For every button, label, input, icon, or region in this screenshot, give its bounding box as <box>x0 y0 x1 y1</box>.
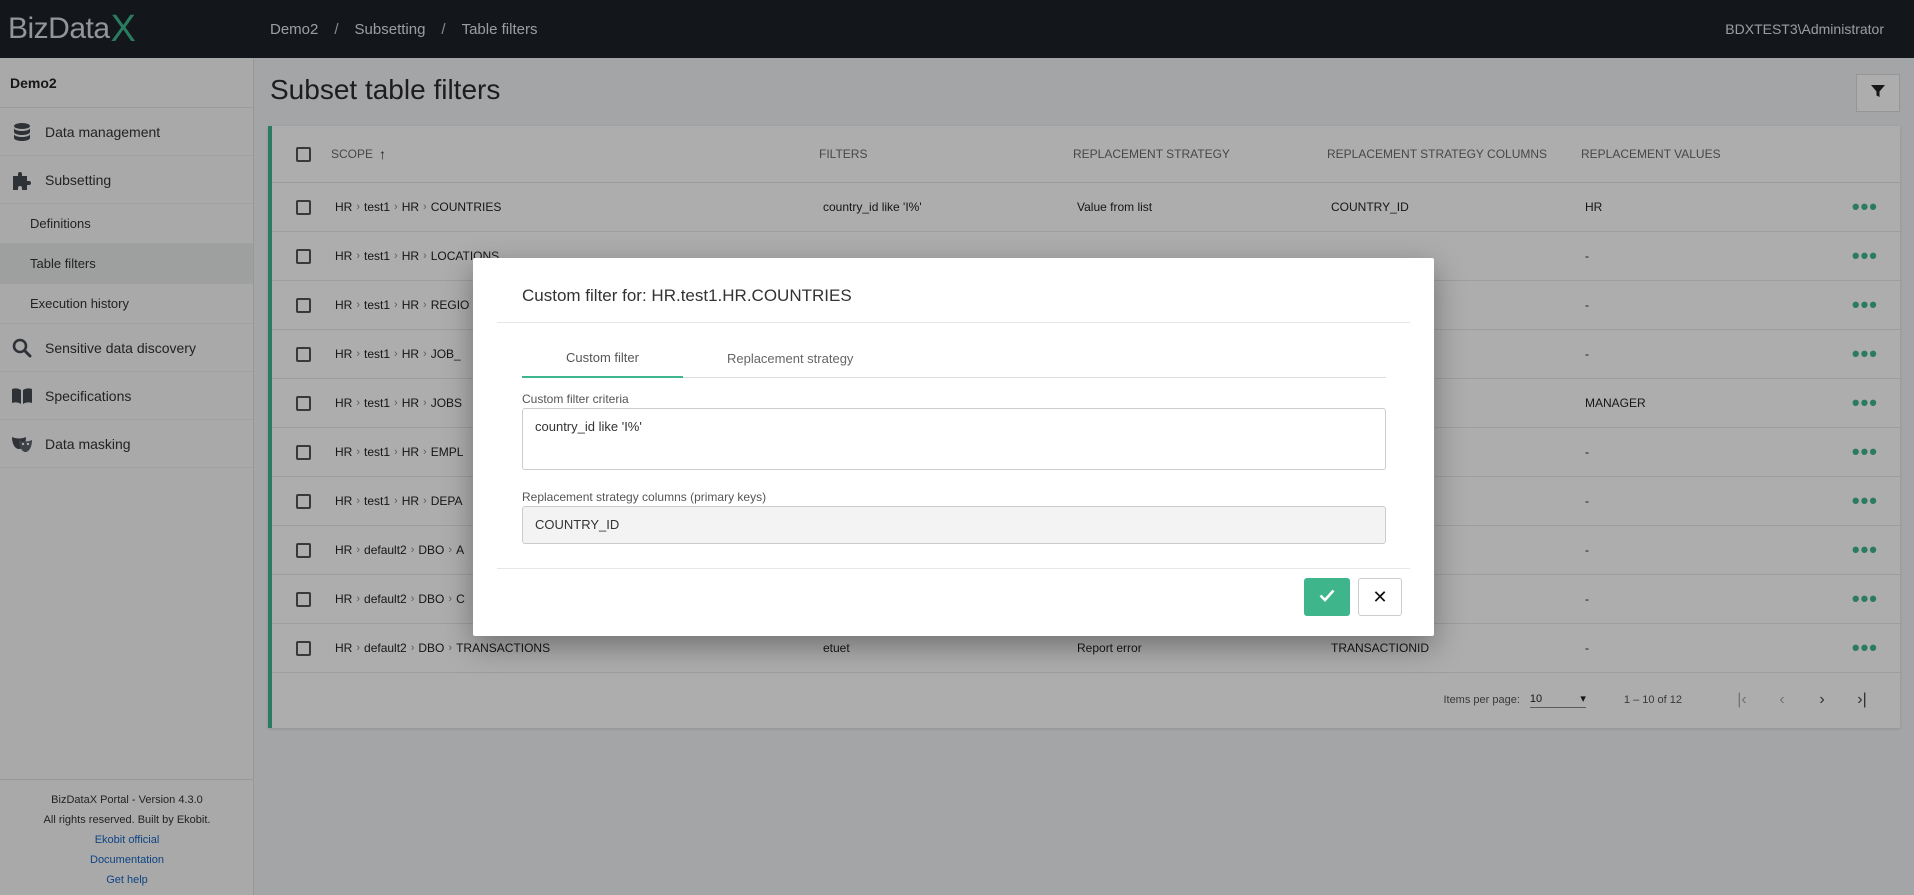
check-icon <box>1319 588 1335 607</box>
replacement-columns-field[interactable]: COUNTRY_ID <box>522 506 1386 544</box>
custom-filter-criteria-field[interactable]: country_id like 'I%' <box>522 408 1386 470</box>
dialog-tabs: Custom filter Replacement strategy <box>522 338 1386 378</box>
close-icon: ✕ <box>1372 586 1388 607</box>
confirm-button[interactable] <box>1304 578 1350 616</box>
replacement-columns-label: Replacement strategy columns (primary ke… <box>522 490 767 504</box>
tab-replacement-strategy[interactable]: Replacement strategy <box>683 338 897 378</box>
dialog-title: Custom filter for: HR.test1.HR.COUNTRIES <box>522 286 852 305</box>
dialog-footer-divider <box>497 568 1410 569</box>
dialog-divider <box>497 322 1410 323</box>
custom-filter-dialog: Custom filter for: HR.test1.HR.COUNTRIES… <box>473 258 1434 636</box>
cancel-button[interactable]: ✕ <box>1358 578 1402 616</box>
custom-filter-criteria-label: Custom filter criteria <box>522 392 629 406</box>
tab-custom-filter[interactable]: Custom filter <box>522 338 683 378</box>
